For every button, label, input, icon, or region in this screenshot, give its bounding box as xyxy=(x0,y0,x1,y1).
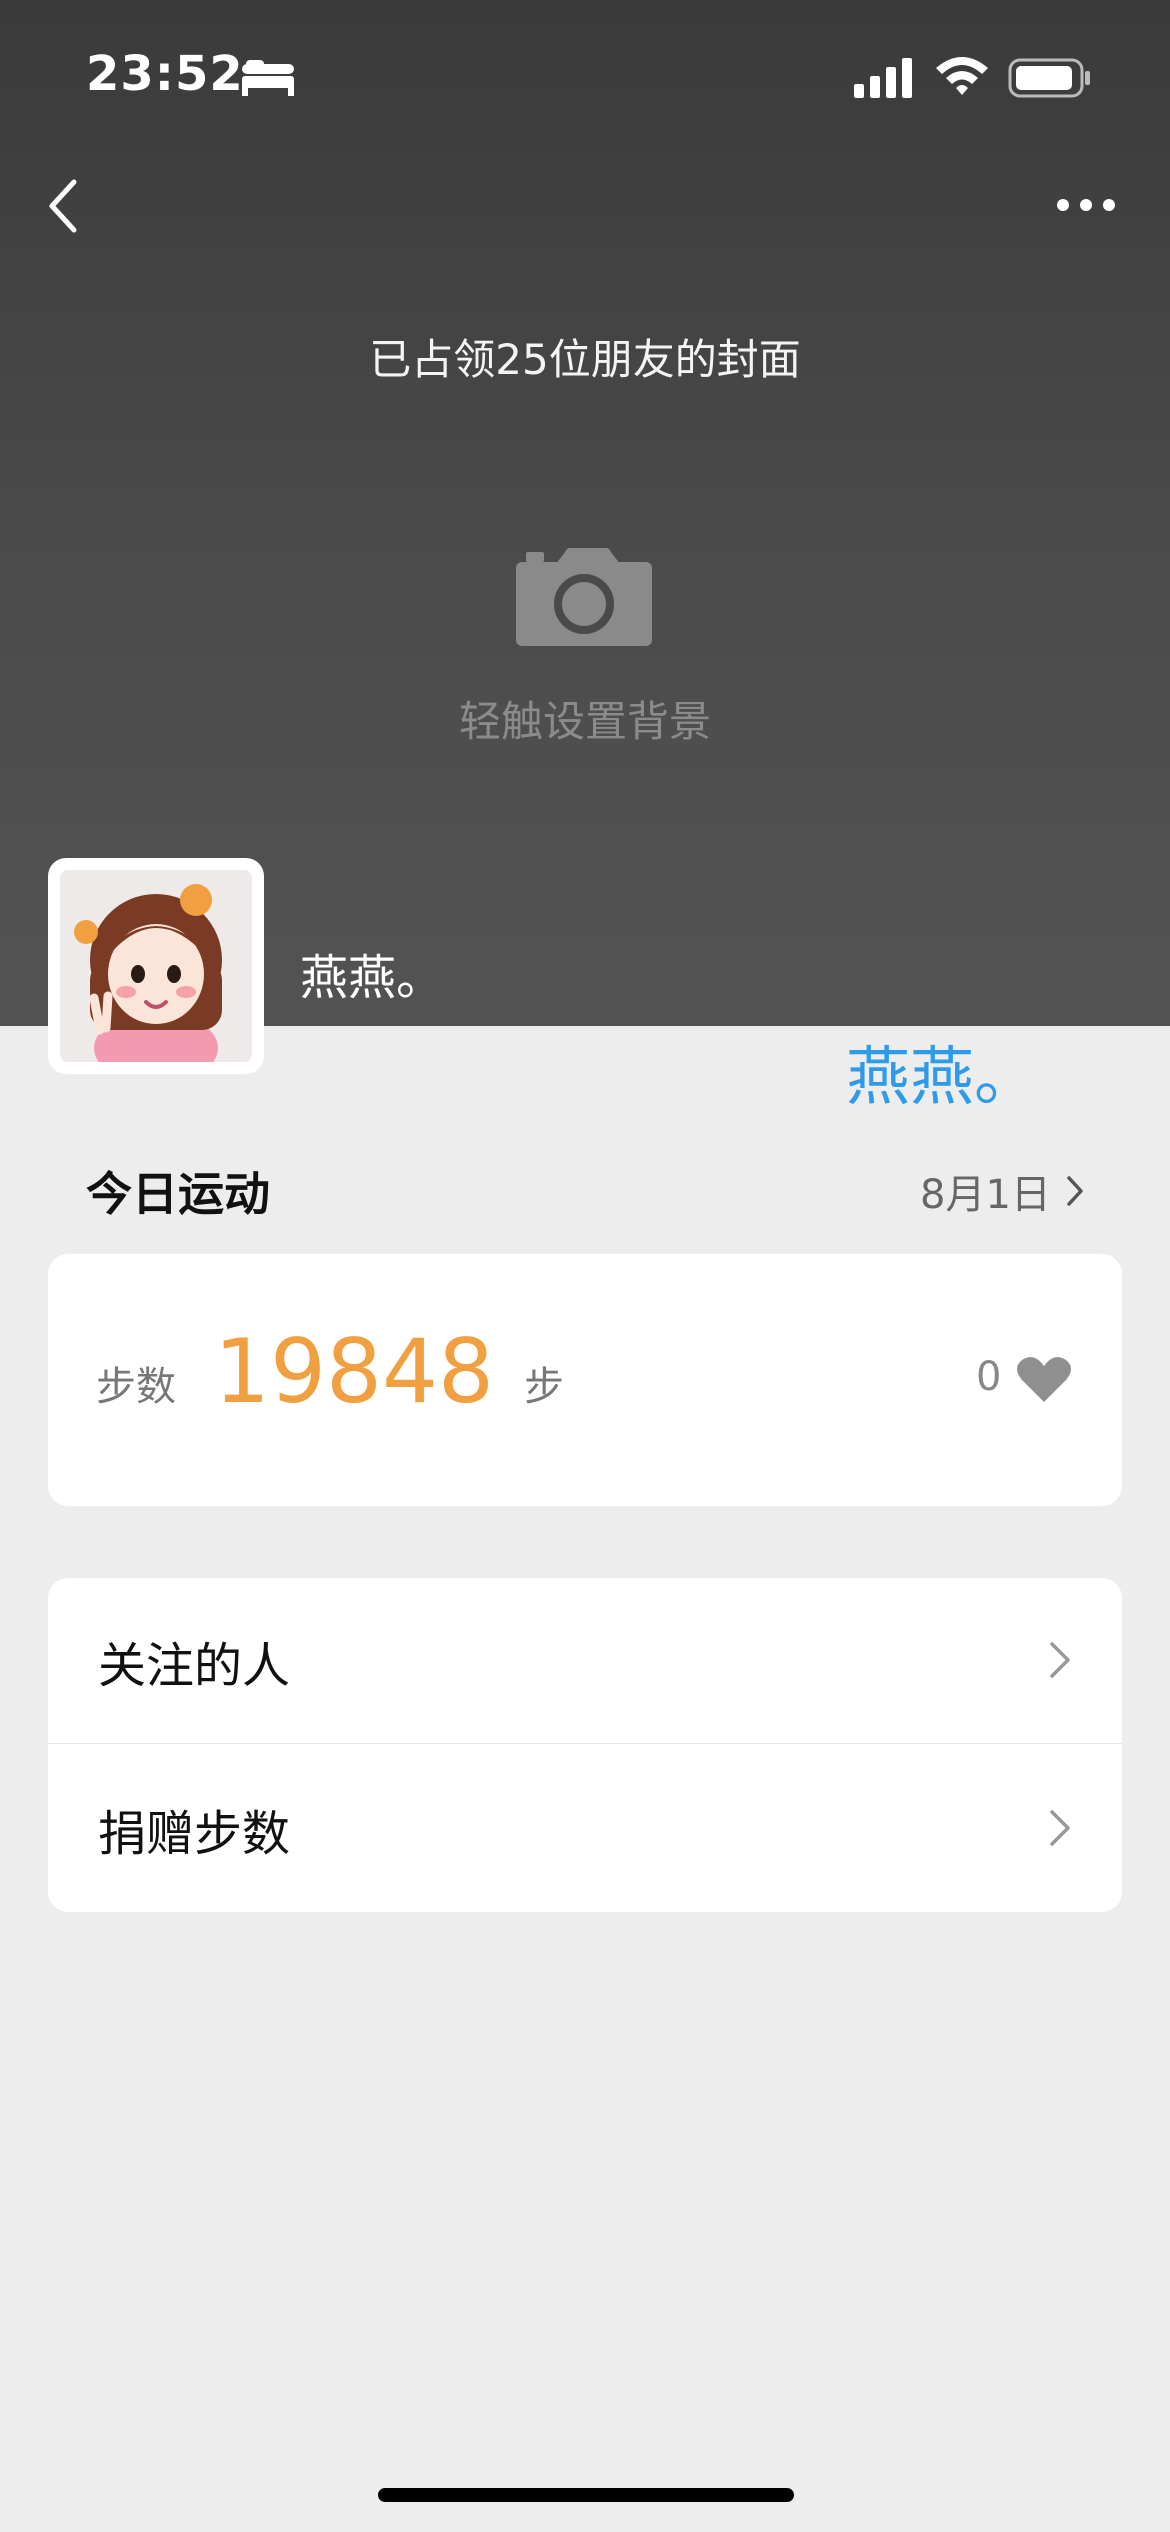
status-time: 23:52 xyxy=(86,46,244,102)
menu-item-donate-steps[interactable]: 捐赠步数 xyxy=(48,1746,1122,1912)
more-icon[interactable] xyxy=(1056,198,1116,212)
set-background-hint[interactable]: 轻触设置背景 xyxy=(0,688,1170,749)
back-icon[interactable] xyxy=(46,176,82,236)
date-link[interactable]: 8月1日 xyxy=(920,1162,1085,1220)
section-title: 今日运动 xyxy=(86,1167,270,1221)
bed-icon xyxy=(242,60,294,96)
avatar-image xyxy=(60,870,252,1062)
nickname: 燕燕。 xyxy=(300,950,445,1006)
battery-icon xyxy=(1008,58,1090,98)
steps-card[interactable]: 步数 19848 步 0 xyxy=(48,1254,1122,1506)
wifi-icon xyxy=(936,57,988,95)
menu-item-label: 关注的人 xyxy=(98,1637,291,1694)
camera-icon[interactable] xyxy=(516,546,652,646)
likes-count: 0 xyxy=(976,1354,1002,1400)
nickname-overlay: 燕燕。 xyxy=(846,1041,1038,1115)
avatar[interactable] xyxy=(48,858,264,1074)
menu-item-following[interactable]: 关注的人 xyxy=(48,1578,1122,1744)
cover-caption: 已占领25位朋友的封面 xyxy=(369,335,801,384)
chevron-right-icon xyxy=(1050,1642,1070,1678)
menu-card: 关注的人 捐赠步数 xyxy=(48,1578,1122,1912)
date-label: 8月1日 xyxy=(920,1172,1051,1218)
steps-unit: 步 xyxy=(524,1364,564,1410)
steps-label: 步数 xyxy=(96,1364,176,1410)
chevron-right-icon xyxy=(1067,1176,1083,1206)
chevron-right-icon xyxy=(1050,1810,1070,1846)
heart-icon[interactable] xyxy=(1016,1356,1072,1404)
steps-value: 19848 xyxy=(214,1320,494,1423)
menu-item-label: 捐赠步数 xyxy=(98,1806,291,1862)
home-indicator[interactable] xyxy=(378,2488,794,2502)
signal-icon xyxy=(854,58,912,98)
